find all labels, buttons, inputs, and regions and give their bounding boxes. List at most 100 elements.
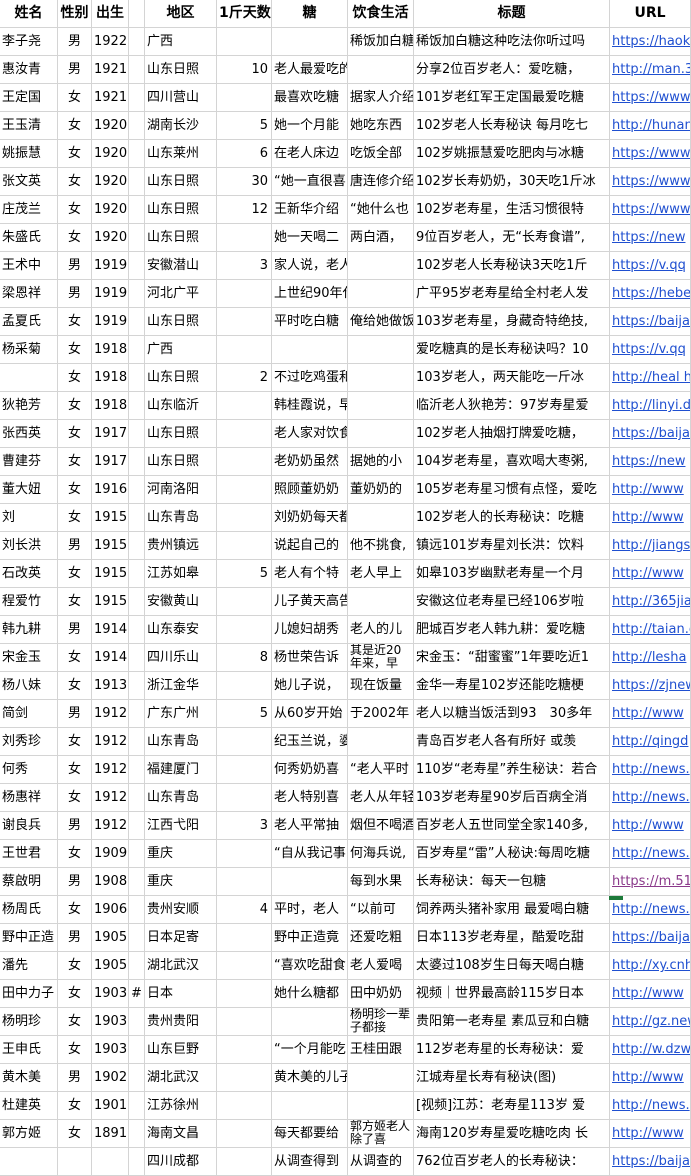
cell-diet-life[interactable] [348,1092,414,1120]
cell-birth-year[interactable]: 1920 [92,224,129,252]
cell-days-per-jin[interactable] [217,784,272,812]
cell-title[interactable]: 104岁老寿星，喜欢喝大枣粥, [414,448,610,476]
cell-title[interactable]: 103岁老人，两天能吃一斤冰 [414,364,610,392]
cell-region[interactable]: 四川乐山 [145,644,217,672]
cell-region[interactable]: 山东日照 [145,308,217,336]
cell-diet-life[interactable] [348,588,414,616]
cell-name[interactable]: 张西英 [0,420,58,448]
cell-url[interactable]: http://gz.new [610,1008,691,1036]
cell-diet-life[interactable]: 还爱吃粗 [348,924,414,952]
cell-blank[interactable]: # [129,980,145,1008]
cell-blank[interactable] [129,812,145,840]
cell-blank[interactable] [129,560,145,588]
cell-region[interactable]: 广西 [145,28,217,56]
cell-diet-life[interactable]: 王桂田跟 [348,1036,414,1064]
cell-title[interactable]: 爱吃糖真的是长寿秘诀吗？10 [414,336,610,364]
cell-name[interactable]: 王术中 [0,252,58,280]
cell-sugar[interactable]: 她什么糖都 [272,980,348,1008]
cell-title[interactable]: 分享2位百岁老人：爱吃糖， [414,56,610,84]
cell-birth-year[interactable]: 1905 [92,952,129,980]
cell-url[interactable]: http://jiangs [610,532,691,560]
cell-sex[interactable]: 男 [58,280,92,308]
cell-url[interactable]: https://zjnew [610,672,691,700]
cell-sugar[interactable]: 韩桂霞说，早餐一般是 [272,392,348,420]
cell-region[interactable]: 山东莱州 [145,140,217,168]
cell-sugar[interactable]: 平时，老人 [272,896,348,924]
cell-title[interactable]: 102岁老人长寿秘诀3天吃1斤 [414,252,610,280]
cell-birth-year[interactable]: 1914 [92,616,129,644]
cell-blank[interactable] [129,1148,145,1176]
cell-birth-year[interactable]: 1909 [92,840,129,868]
cell-blank[interactable] [129,1064,145,1092]
cell-region[interactable]: 四川营山 [145,84,217,112]
cell-url[interactable]: http://taian.c [610,616,691,644]
cell-birth-year[interactable]: 1918 [92,336,129,364]
cell-diet-life[interactable]: 杨明珍一辈子都接 [348,1008,414,1036]
cell-title[interactable]: 102岁老人抽烟打牌爱吃糖， [414,420,610,448]
cell-days-per-jin[interactable] [217,504,272,532]
cell-region[interactable]: 山东日照 [145,364,217,392]
cell-url[interactable]: http://news. [610,756,691,784]
cell-blank[interactable] [129,196,145,224]
cell-days-per-jin[interactable] [217,840,272,868]
cell-diet-life[interactable] [348,728,414,756]
cell-name[interactable]: 李子尧 [0,28,58,56]
cell-sugar[interactable]: 纪玉兰说，婆婆这么多 [272,728,348,756]
header-name[interactable]: 姓名 [0,0,58,28]
cell-title[interactable]: 101岁老红军王定国最爱吃糖 [414,84,610,112]
cell-sex[interactable]: 女 [58,392,92,420]
cell-sex[interactable]: 女 [58,504,92,532]
cell-days-per-jin[interactable]: 5 [217,700,272,728]
cell-days-per-jin[interactable] [217,616,272,644]
header-title[interactable]: 标题 [414,0,610,28]
cell-sugar[interactable]: 王新华介绍 [272,196,348,224]
cell-sex[interactable]: 男 [58,812,92,840]
cell-sugar[interactable]: 每天都要给 [272,1120,348,1148]
cell-name[interactable]: 杜建英 [0,1092,58,1120]
cell-region[interactable]: 河南洛阳 [145,476,217,504]
cell-blank[interactable] [129,532,145,560]
cell-days-per-jin[interactable]: 12 [217,196,272,224]
cell-sugar[interactable]: 上世纪90年代，梁恩祥 [272,280,348,308]
cell-title[interactable]: 稀饭加白糖这种吃法你听过吗 [414,28,610,56]
cell-name[interactable]: 简剑 [0,700,58,728]
cell-url[interactable]: https://hebe [610,280,691,308]
cell-title[interactable]: 老人以糖当饭活到93 30多年 [414,700,610,728]
cell-region[interactable]: 浙江金华 [145,672,217,700]
cell-diet-life[interactable] [348,56,414,84]
cell-birth-year[interactable]: 1920 [92,140,129,168]
cell-blank[interactable] [129,336,145,364]
cell-name[interactable]: 王玉清 [0,112,58,140]
cell-days-per-jin[interactable] [217,532,272,560]
cell-url[interactable]: http://www [610,980,691,1008]
cell-title[interactable]: 102岁老寿星，生活习惯很特 [414,196,610,224]
cell-sugar[interactable]: 刘奶奶每天都要吃掉五 [272,504,348,532]
cell-diet-life[interactable]: 现在饭量 [348,672,414,700]
cell-birth-year[interactable]: 1915 [92,532,129,560]
cell-url[interactable]: http://news. [610,1092,691,1120]
cell-sugar[interactable]: 老人家对饮食上没有什 [272,420,348,448]
cell-url[interactable]: http://news. [610,784,691,812]
cell-sex[interactable]: 女 [58,952,92,980]
cell-birth-year[interactable]: 1906 [92,896,129,924]
header-sugar[interactable]: 糖 [272,0,348,28]
cell-sex[interactable]: 女 [58,1120,92,1148]
cell-blank[interactable] [129,1008,145,1036]
cell-diet-life[interactable]: 俺给她做饭 [348,308,414,336]
cell-url[interactable]: https://v.qq [610,336,691,364]
cell-blank[interactable] [129,392,145,420]
cell-sugar[interactable]: 儿子黄天高告诉记者, [272,588,348,616]
cell-name[interactable]: 潘先 [0,952,58,980]
cell-sex[interactable]: 女 [58,308,92,336]
cell-diet-life[interactable]: 据她的小 [348,448,414,476]
cell-birth-year[interactable]: 1905 [92,924,129,952]
cell-sugar[interactable]: 野中正造竟 [272,924,348,952]
cell-title[interactable]: 视频｜世界最高龄115岁日本 [414,980,610,1008]
cell-birth-year[interactable]: 1917 [92,448,129,476]
cell-birth-year[interactable]: 1912 [92,812,129,840]
cell-sex[interactable]: 男 [58,252,92,280]
cell-url[interactable]: https://www [610,140,691,168]
cell-diet-life[interactable] [348,280,414,308]
cell-url[interactable]: http://lesha [610,644,691,672]
header-diet-life[interactable]: 饮食生活 [348,0,414,28]
